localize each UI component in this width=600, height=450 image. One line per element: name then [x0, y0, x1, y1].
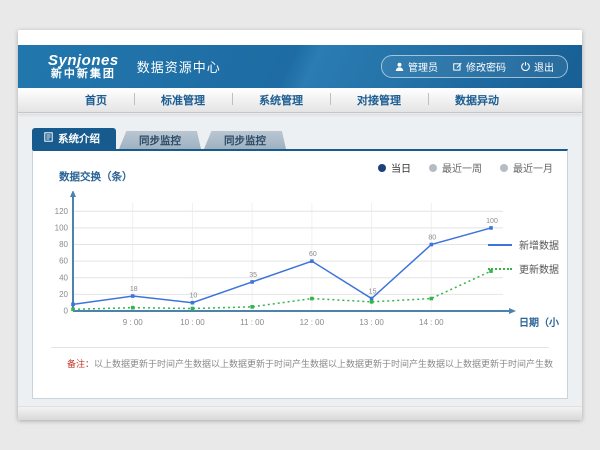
data-point-marker [71, 308, 75, 312]
legend-item-updated-data: 更新数据 [488, 261, 559, 276]
nav-item-home[interactable]: 首页 [58, 92, 134, 108]
x-tick-label: 10 : 00 [180, 318, 205, 327]
filter-last-month[interactable]: 最近一月 [500, 160, 553, 175]
data-point-label: 35 [249, 272, 257, 279]
data-point-marker [191, 307, 195, 311]
data-point-marker [310, 297, 314, 301]
user-icon [395, 62, 404, 71]
change-password-label: 修改密码 [466, 59, 506, 74]
data-point-marker [310, 259, 314, 263]
x-tick-label: 12 : 00 [300, 318, 325, 327]
data-point-label: 18 [130, 286, 138, 293]
x-axis-title: 日期（小时） [519, 316, 559, 329]
tab-sync-monitor-1-label: 同步监控 [139, 133, 181, 148]
tab-bar: 系统介绍 同步监控 同步监控 [32, 128, 568, 149]
data-point-marker [370, 300, 374, 304]
note-text: 以上数据更新于时间产生数据以上数据更新于时间产生数据以上数据更新于时间产生数据以… [94, 359, 553, 369]
x-tick-label: 9 : 00 [123, 318, 144, 327]
filter-last-week[interactable]: 最近一周 [429, 160, 482, 175]
nav-item-standard-mgmt[interactable]: 标准管理 [134, 92, 232, 108]
y-tick-label: 20 [59, 290, 68, 299]
data-point-label: 60 [309, 251, 317, 258]
tab-sync-monitor-1[interactable]: 同步监控 [119, 131, 201, 149]
logout-label: 退出 [534, 59, 554, 74]
dotted-line-swatch-icon [488, 268, 512, 270]
data-point-marker [370, 297, 374, 301]
change-password-button[interactable]: 修改密码 [453, 59, 506, 74]
user-menu: 管理员 修改密码 退出 [381, 55, 568, 78]
data-point-marker [191, 301, 195, 305]
x-tick-label: 11 : 00 [240, 318, 264, 327]
x-tick-label: 14 : 00 [419, 318, 444, 327]
data-point-label: 10 [190, 293, 198, 300]
x-axis-arrow-icon [509, 308, 516, 314]
data-point-marker [131, 306, 135, 310]
radio-unselected-icon [500, 164, 508, 172]
y-tick-label: 100 [55, 223, 69, 232]
admin-user-label: 管理员 [408, 59, 438, 74]
content-area: 系统介绍 同步监控 同步监控 当日 最近一周 [18, 114, 582, 420]
x-tick-label: 13 : 00 [359, 318, 384, 327]
logout-button[interactable]: 退出 [521, 59, 554, 74]
data-point-marker [131, 294, 135, 298]
data-point-marker [429, 243, 433, 247]
legend-item-new-data: 新增数据 [488, 237, 559, 252]
legend-updated-data-label: 更新数据 [519, 261, 559, 276]
y-axis-arrow-icon [70, 191, 76, 197]
data-point-marker [71, 303, 75, 307]
chart-panel: 当日 最近一周 最近一月 数据交换（条） 0 20 40 60 80 100 120 9 : … [32, 149, 568, 399]
admin-user-button[interactable]: 管理员 [395, 59, 438, 74]
filter-last-month-label: 最近一月 [513, 160, 553, 175]
data-point-marker [429, 297, 433, 301]
filter-today[interactable]: 当日 [378, 160, 411, 175]
radio-unselected-icon [429, 164, 437, 172]
radio-selected-icon [378, 164, 386, 172]
document-icon [44, 132, 53, 145]
y-tick-label: 0 [64, 307, 69, 316]
y-axis-title: 数据交换（条） [59, 169, 133, 184]
app-title: 数据资源中心 [137, 57, 221, 76]
footer-note: 备注：以上数据更新于时间产生数据以上数据更新于时间产生数据以上数据更新于时间产生… [67, 357, 553, 370]
filter-last-week-label: 最近一周 [442, 160, 482, 175]
y-tick-label: 120 [55, 207, 69, 216]
time-range-filters: 当日 最近一周 最近一月 [378, 160, 553, 175]
nav-item-system-mgmt[interactable]: 系统管理 [232, 92, 330, 108]
y-tick-label: 60 [59, 257, 68, 266]
data-point-label: 15 [369, 289, 377, 296]
tab-system-intro[interactable]: 系统介绍 [32, 128, 116, 149]
filter-today-label: 当日 [391, 160, 411, 175]
nav-item-data-change[interactable]: 数据异动 [428, 92, 526, 108]
tab-sync-monitor-2[interactable]: 同步监控 [204, 131, 286, 149]
tab-sync-monitor-2-label: 同步监控 [224, 133, 266, 148]
solid-line-swatch-icon [488, 244, 512, 246]
window-footer-strip [18, 406, 582, 420]
app-header: Synjones 新中新集团 数据资源中心 管理员 修改密码 退出 [18, 45, 582, 88]
y-tick-label: 40 [59, 273, 68, 282]
data-point-marker [250, 280, 254, 284]
logo-company-name: 新中新集团 [48, 69, 119, 81]
power-icon [521, 62, 530, 71]
chart-legend: 新增数据 更新数据 [488, 237, 559, 276]
data-point-label: 80 [428, 235, 436, 242]
data-point-label: 100 [486, 218, 498, 225]
data-point-marker [250, 305, 254, 309]
line-chart: 0 20 40 60 80 100 120 9 : 00 10 : 00 11 : 00 12 : … [43, 191, 559, 338]
company-logo: Synjones 新中新集团 [48, 53, 119, 80]
y-tick-label: 80 [59, 240, 68, 249]
data-point-marker [489, 226, 493, 230]
main-nav: 首页 标准管理 系统管理 对接管理 数据异动 [18, 88, 582, 113]
window-top-strip [18, 30, 582, 45]
tab-system-intro-label: 系统介绍 [58, 131, 100, 146]
legend-new-data-label: 新增数据 [519, 237, 559, 252]
nav-item-interface-mgmt[interactable]: 对接管理 [330, 92, 428, 108]
app-window: Synjones 新中新集团 数据资源中心 管理员 修改密码 退出 [18, 30, 582, 420]
panel-divider [51, 347, 549, 348]
logo-brand-text: Synjones [48, 53, 119, 69]
note-prefix: 备注： [67, 359, 94, 369]
edit-icon [453, 62, 462, 71]
chart-svg: 0 20 40 60 80 100 120 9 : 00 10 : 00 11 : 00 12 : … [43, 191, 559, 333]
